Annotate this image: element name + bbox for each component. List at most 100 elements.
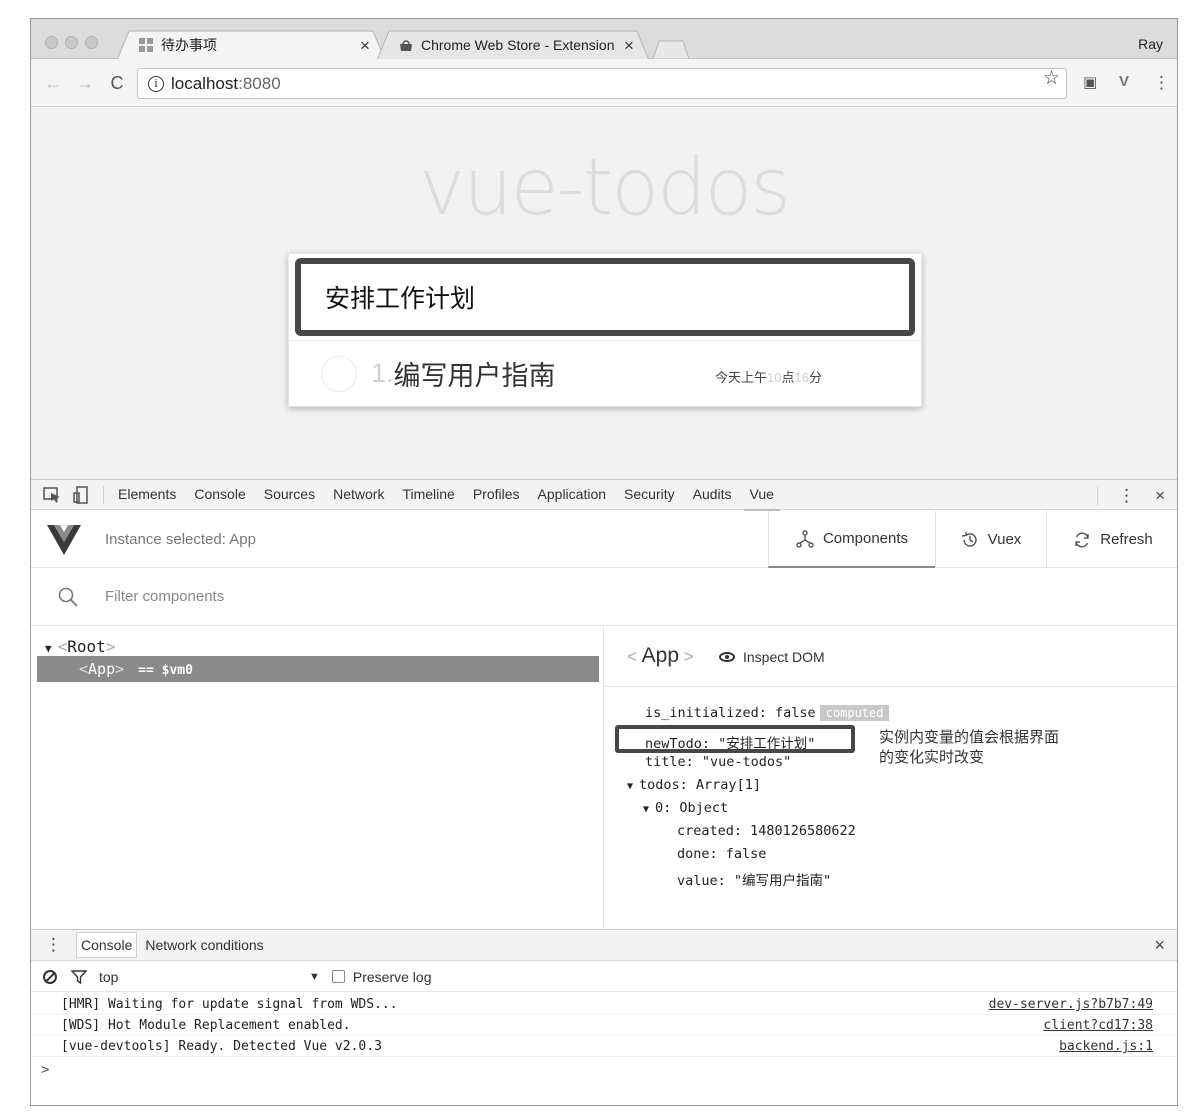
filter-components-input[interactable]: Filter components bbox=[105, 588, 224, 605]
prop-created[interactable]: created: 1480126580622 bbox=[677, 823, 856, 839]
tab-todos[interactable]: 待办事项 × bbox=[117, 30, 385, 60]
browser-menu-icon[interactable]: ⋮ bbox=[1153, 73, 1170, 93]
tab-console[interactable]: Console bbox=[194, 479, 245, 510]
prop-todo-0-text: 0: Object bbox=[655, 800, 729, 816]
log-source-link[interactable]: dev-server.js?b7b7:49 bbox=[989, 994, 1153, 1015]
prop-value[interactable]: value: "编写用户指南" bbox=[677, 869, 831, 889]
tree-node-app-selected[interactable]: <App> == $vm0 bbox=[37, 656, 599, 682]
todo-time-hour-unit: 点 bbox=[781, 370, 795, 385]
inspect-dom-label: Inspect DOM bbox=[743, 649, 825, 665]
todo-text[interactable]: 编写用户指南 bbox=[394, 354, 556, 393]
todo-item: 1. 编写用户指南 今天上午10点16分 bbox=[289, 340, 921, 406]
inspect-element-icon[interactable] bbox=[43, 486, 61, 503]
app-title: vue-todos bbox=[419, 143, 791, 233]
clear-console-icon[interactable] bbox=[43, 969, 57, 984]
new-todo-input[interactable]: 安排工作计划 bbox=[295, 258, 915, 336]
back-button[interactable]: ← bbox=[43, 73, 63, 93]
drawer-tab-network-conditions[interactable]: Network conditions bbox=[141, 933, 267, 957]
drawer-close-icon[interactable]: × bbox=[1154, 935, 1165, 956]
minimize-window-button[interactable] bbox=[65, 36, 78, 49]
search-icon bbox=[58, 587, 78, 607]
reload-button[interactable]: C bbox=[107, 73, 127, 93]
tab-security[interactable]: Security bbox=[624, 479, 675, 510]
divider bbox=[1097, 486, 1099, 505]
log-source-link[interactable]: client?cd17:38 bbox=[1043, 1015, 1153, 1036]
prop-todo-0[interactable]: ▼ 0: Object bbox=[643, 800, 728, 816]
prop-todos[interactable]: ▼ todos: Array[1] bbox=[627, 777, 761, 793]
log-line: [WDS] Hot Module Replacement enabled. cl… bbox=[31, 1015, 1177, 1036]
tab-application[interactable]: Application bbox=[538, 479, 607, 510]
devtools-close-icon[interactable]: × bbox=[1155, 486, 1165, 506]
components-button[interactable]: Components bbox=[768, 511, 935, 568]
drawer-menu-icon[interactable]: ⋮ bbox=[45, 935, 62, 955]
devtools-tab-bar: Elements Console Sources Network Timelin… bbox=[31, 479, 1177, 511]
todo-time-prefix: 今天上午 bbox=[715, 370, 768, 385]
vm-ref: == $vm0 bbox=[138, 663, 193, 678]
tab-close-icon[interactable]: × bbox=[355, 37, 375, 54]
annotation-line-1: 实例内变量的值会根据界面 bbox=[879, 728, 1060, 746]
components-label: Components bbox=[822, 530, 909, 547]
bookmark-star-icon[interactable]: ☆ bbox=[1043, 67, 1060, 90]
devtools-controls: ⋮ × bbox=[1097, 480, 1165, 511]
preserve-log-checkbox[interactable] bbox=[331, 970, 345, 983]
log-source-link[interactable]: backend.js:1 bbox=[1059, 1036, 1153, 1057]
maximize-window-button[interactable] bbox=[85, 36, 98, 49]
context-dropdown-icon[interactable]: ▼ bbox=[309, 971, 320, 983]
new-tab-button[interactable] bbox=[651, 39, 691, 59]
address-bar[interactable]: i localhost:8080 bbox=[137, 68, 1067, 99]
tab-close-icon[interactable]: × bbox=[619, 37, 639, 54]
page-viewport: vue-todos 安排工作计划 1. 编写用户指南 今天上午10点16分 bbox=[31, 107, 1177, 479]
drawer-tab-console[interactable]: Console bbox=[76, 932, 138, 958]
filter-funnel-icon[interactable] bbox=[71, 969, 87, 984]
tab-elements[interactable]: Elements bbox=[118, 479, 176, 510]
profile-name[interactable]: Ray bbox=[1138, 36, 1163, 52]
log-text: [WDS] Hot Module Replacement enabled. bbox=[61, 1018, 351, 1033]
context-selector[interactable]: top bbox=[99, 969, 309, 985]
tab-timeline[interactable]: Timeline bbox=[402, 479, 454, 510]
caret-down-icon[interactable]: ▼ bbox=[45, 642, 52, 655]
devtools-menu-icon[interactable]: ⋮ bbox=[1118, 486, 1135, 506]
component-inspector: < App > Inspect DOM is_initialized: fals… bbox=[605, 627, 1177, 928]
vue-devtools-header: Instance selected: App Components Vuex R… bbox=[31, 511, 1177, 568]
tab-vue[interactable]: Vue bbox=[743, 479, 781, 511]
inspect-dom-button[interactable]: Inspect DOM bbox=[719, 649, 825, 665]
forward-button[interactable]: → bbox=[75, 73, 95, 93]
todo-card: 安排工作计划 1. 编写用户指南 今天上午10点16分 bbox=[288, 253, 922, 407]
extension-icon[interactable]: ▣ bbox=[1083, 73, 1097, 91]
refresh-button[interactable]: Refresh bbox=[1046, 511, 1177, 568]
tab-chrome-web-store[interactable]: Chrome Web Store - Extension × bbox=[377, 30, 649, 60]
console-prompt[interactable]: > bbox=[41, 1062, 49, 1078]
vue-devtools-extension-icon[interactable]: V bbox=[1119, 73, 1129, 90]
filter-row: Filter components bbox=[31, 569, 1177, 626]
caret-down-icon[interactable]: ▼ bbox=[627, 781, 633, 792]
instance-selected-label: Instance selected: App bbox=[105, 531, 256, 548]
todo-toggle-checkbox[interactable] bbox=[321, 355, 357, 392]
inspected-component: < App > bbox=[627, 644, 694, 667]
tab-strip: 待办事项 × Chrome Web Store - Extension × Ra… bbox=[31, 19, 1177, 60]
vuex-label: Vuex bbox=[987, 531, 1022, 548]
app-label: App bbox=[88, 660, 116, 678]
todo-time: 今天上午10点16分 bbox=[715, 367, 822, 386]
tab-audits[interactable]: Audits bbox=[693, 479, 732, 510]
prop-done[interactable]: done: false bbox=[677, 846, 766, 862]
todo-time-hour: 10 bbox=[767, 370, 782, 385]
tab-profiles[interactable]: Profiles bbox=[473, 479, 520, 510]
vuex-button[interactable]: Vuex bbox=[935, 511, 1046, 568]
history-icon bbox=[961, 531, 977, 547]
vue-logo-icon bbox=[47, 525, 81, 555]
close-window-button[interactable] bbox=[45, 36, 58, 49]
tab-title: Chrome Web Store - Extension bbox=[421, 37, 615, 53]
prop-is-initialized-text: is_initialized: false bbox=[645, 705, 816, 721]
tab-network[interactable]: Network bbox=[333, 479, 384, 510]
caret-down-icon[interactable]: ▼ bbox=[643, 804, 649, 815]
refresh-label: Refresh bbox=[1100, 531, 1153, 548]
site-info-icon[interactable]: i bbox=[148, 75, 164, 92]
prop-title[interactable]: title: "vue-todos" bbox=[645, 754, 791, 770]
device-toolbar-icon[interactable] bbox=[73, 485, 89, 504]
tab-sources[interactable]: Sources bbox=[264, 479, 315, 510]
web-store-icon bbox=[400, 40, 412, 51]
tree-node-root[interactable]: ▼ <Root> bbox=[45, 637, 115, 656]
divider bbox=[103, 485, 104, 504]
computed-badge: computed bbox=[819, 705, 890, 721]
components-icon bbox=[796, 529, 814, 548]
